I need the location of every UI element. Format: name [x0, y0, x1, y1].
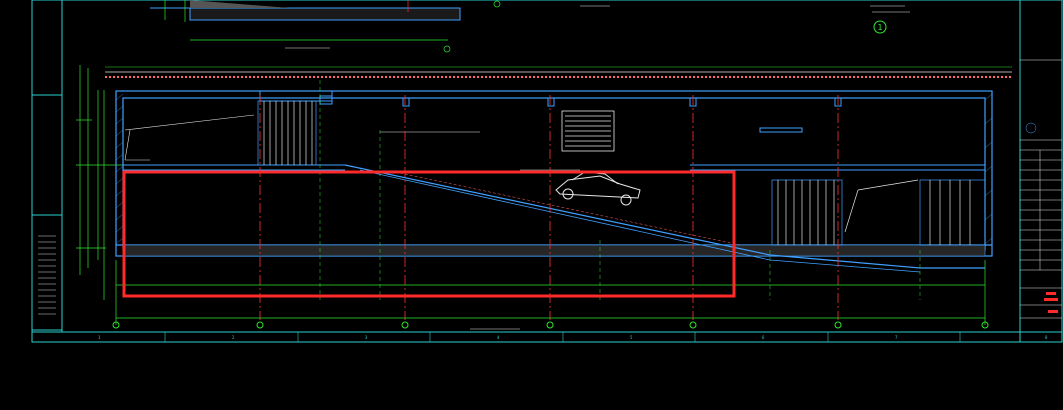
roof-beams: [259, 90, 842, 133]
stair-right: [771, 179, 986, 246]
highlight-box: [122, 170, 736, 298]
frame-number-1: 1: [98, 335, 101, 340]
title-block-red-marks: [1044, 292, 1058, 313]
interior-lines: [124, 114, 580, 171]
frame-ticks: [164, 332, 961, 342]
bottom-slab: [122, 244, 986, 257]
grid-axes: [259, 95, 839, 320]
frame-number-6: 6: [762, 335, 765, 340]
frame-column-numbers: 1 2 3 4 5 6 7 8: [98, 335, 1048, 340]
intermediate-floor: [123, 164, 985, 171]
stair-left: [257, 100, 317, 166]
dashed-green-axes: [319, 80, 921, 300]
circle-marker-label: 1: [878, 23, 883, 32]
title-block: [1020, 59, 1062, 319]
car-icon: [555, 171, 641, 206]
cad-drawing-canvas: 1 2 3 4 5 6 7 8 1: [31, 0, 1063, 343]
frame-number-8: 8: [1045, 335, 1048, 340]
top-partial-section: [150, 0, 910, 53]
axis-bubbles: [112, 321, 989, 329]
vent-louver: [561, 110, 615, 152]
frame-number-5: 5: [630, 335, 633, 340]
circle-marker: 1: [873, 20, 887, 34]
frame-number-2: 2: [232, 335, 235, 340]
frame-number-4: 4: [497, 335, 500, 340]
left-notes-block: [38, 235, 56, 315]
ground-line: [105, 66, 1012, 78]
wall-hatching: [115, 93, 993, 245]
frame-number-3: 3: [365, 335, 368, 340]
frame-number-7: 7: [895, 335, 898, 340]
bottom-dimension-lines: [115, 260, 986, 325]
